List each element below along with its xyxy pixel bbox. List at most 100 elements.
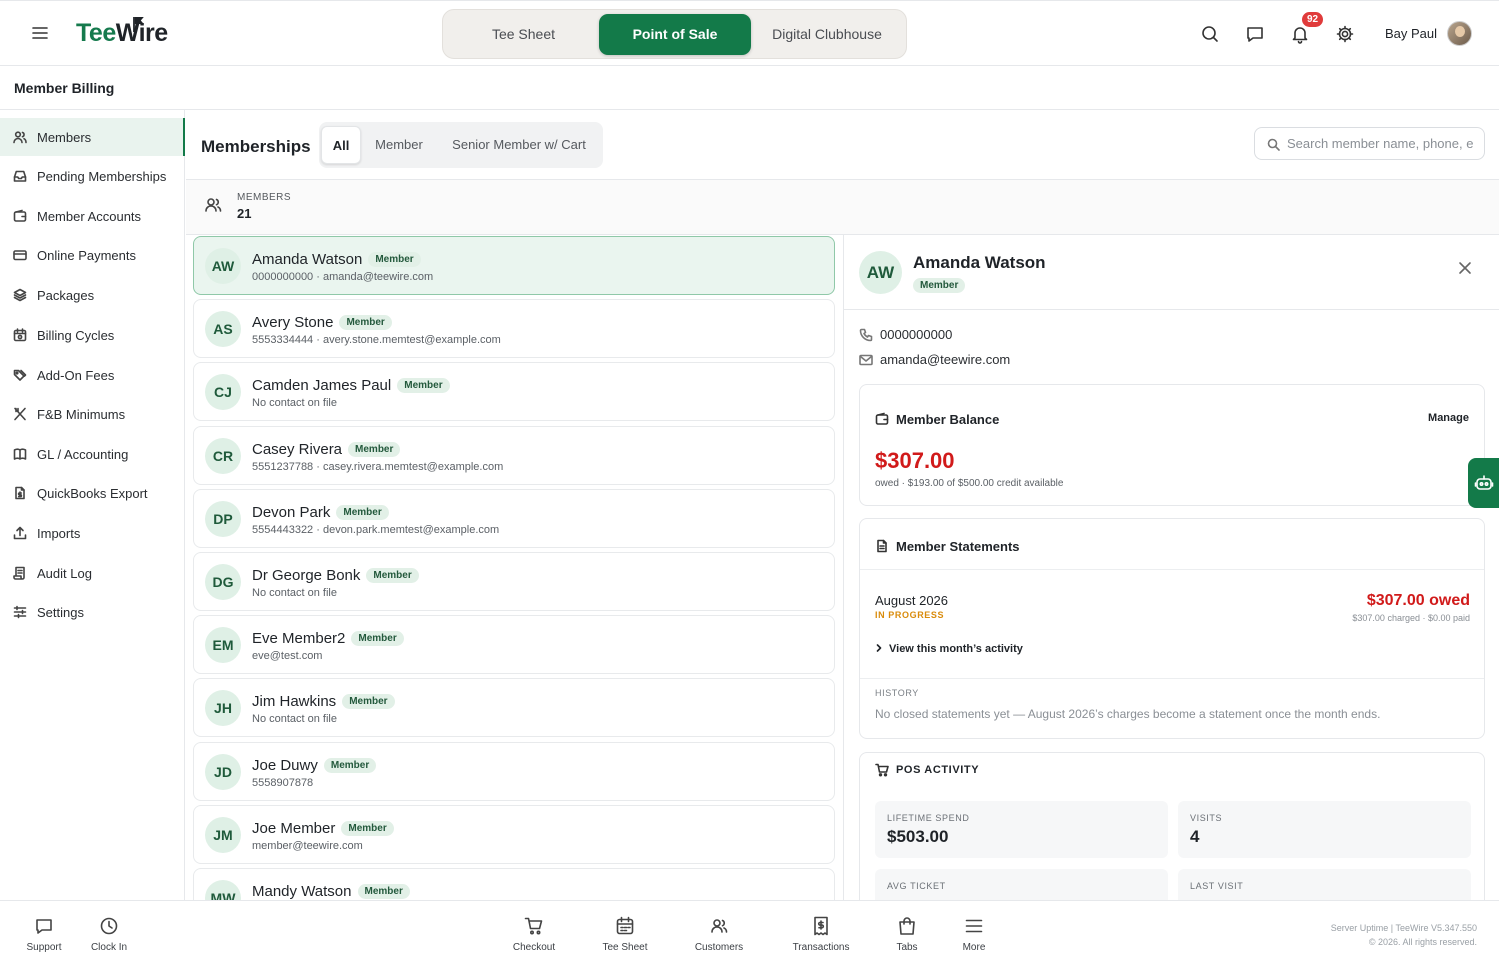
member-card-casey-rivera[interactable]: CR Casey Rivera Member 5551237788 · casey… bbox=[193, 426, 835, 485]
pos-activity-title: POS ACTIVITY bbox=[896, 764, 980, 776]
switch-digital-clubhouse[interactable]: Digital Clubhouse bbox=[751, 14, 903, 55]
members-count-label: MEMBERS bbox=[237, 192, 292, 203]
membership-badge: Member bbox=[368, 252, 421, 267]
member-avatar: EM bbox=[205, 627, 241, 663]
user-avatar[interactable] bbox=[1447, 21, 1472, 46]
tags-icon bbox=[13, 369, 27, 381]
users-icon bbox=[711, 919, 728, 933]
sidebar-item-fb-minimums[interactable]: F&B Minimums bbox=[0, 395, 185, 433]
member-card-mandy-watson[interactable]: MW Mandy Watson Member bbox=[193, 868, 835, 900]
member-card-jim-hawkins[interactable]: JH Jim Hawkins Member No contact on file bbox=[193, 678, 835, 737]
nav-label: Customers bbox=[694, 942, 744, 953]
nav-tee-sheet[interactable]: Tee Sheet bbox=[590, 916, 660, 956]
nav-support[interactable]: Support bbox=[9, 916, 79, 956]
stat-label: AVG TICKET bbox=[887, 881, 946, 891]
nav-more[interactable]: More bbox=[939, 916, 1009, 956]
detail-membership-badge: Member bbox=[913, 278, 966, 293]
member-avatar: CR bbox=[205, 438, 241, 474]
member-search bbox=[1254, 127, 1485, 160]
member-avatar: JH bbox=[205, 690, 241, 726]
balance-title: Member Balance bbox=[896, 412, 1000, 427]
member-name: Dr George Bonk bbox=[252, 567, 361, 584]
sidebar-item-members[interactable]: Members bbox=[0, 118, 185, 156]
manage-balance-button[interactable]: Manage bbox=[1428, 412, 1469, 424]
bag-icon bbox=[899, 917, 915, 935]
filter-member[interactable]: Member bbox=[364, 126, 434, 164]
member-card-eve-member2[interactable]: EM Eve Member2 Member eve@test.com bbox=[193, 615, 835, 674]
gear-icon[interactable] bbox=[1335, 24, 1355, 44]
search-icon[interactable] bbox=[1200, 24, 1220, 44]
sidebar-item-member-accounts[interactable]: Member Accounts bbox=[0, 197, 185, 235]
switch-point-of-sale[interactable]: Point of Sale bbox=[599, 14, 751, 55]
assistant-bot-tab[interactable] bbox=[1468, 458, 1499, 508]
user-name[interactable]: Bay Paul bbox=[1385, 26, 1437, 41]
filter-all[interactable]: All bbox=[321, 126, 361, 164]
member-contact: eve@test.com bbox=[252, 650, 323, 662]
member-avatar: JD bbox=[205, 754, 241, 790]
statements-title: Member Statements bbox=[896, 539, 1020, 554]
member-search-input[interactable] bbox=[1287, 128, 1482, 159]
nav-label: Tee Sheet bbox=[602, 942, 648, 953]
sidebar-item-label: QuickBooks Export bbox=[37, 486, 148, 501]
filter-senior-member-cart[interactable]: Senior Member w/ Cart bbox=[439, 126, 599, 164]
close-icon[interactable] bbox=[1458, 261, 1472, 275]
sidebar-item-gl-accounting[interactable]: GL / Accounting bbox=[0, 435, 185, 473]
stat-value: 4 bbox=[1190, 827, 1200, 846]
nav-clock-in[interactable]: Clock In bbox=[74, 916, 144, 956]
sidebar-item-imports[interactable]: Imports bbox=[0, 514, 185, 552]
membership-badge: Member bbox=[341, 821, 394, 836]
sidebar-item-pending-memberships[interactable]: Pending Memberships bbox=[0, 157, 185, 195]
member-avatar: CJ bbox=[205, 374, 241, 410]
sidebar-item-quickbooks-export[interactable]: QuickBooks Export bbox=[0, 474, 185, 512]
member-card-devon-park[interactable]: DP Devon Park Member 5554443322 · devon.p… bbox=[193, 489, 835, 548]
sidebar-item-label: Imports bbox=[37, 526, 81, 541]
sidebar-item-packages[interactable]: Packages bbox=[0, 276, 185, 314]
membership-badge: Member bbox=[351, 631, 404, 646]
version-info: Server Uptime | TeeWire V5.347.550 © 202… bbox=[1331, 921, 1477, 949]
sidebar-item-label: Packages bbox=[37, 288, 95, 303]
member-name-row: Joe Member Member bbox=[252, 820, 394, 837]
messages-icon[interactable] bbox=[1245, 24, 1265, 44]
member-avatar: DG bbox=[205, 564, 241, 600]
member-card-joe-duwy[interactable]: JD Joe Duwy Member 5558907878 bbox=[193, 742, 835, 801]
member-card-dr-george-bonk[interactable]: DG Dr George Bonk Member No contact on fi… bbox=[193, 552, 835, 611]
stat-avg-ticket: AVG TICKET bbox=[875, 869, 1168, 900]
nav-tabs[interactable]: Tabs bbox=[872, 916, 942, 956]
membership-badge: Member bbox=[397, 378, 450, 393]
nav-label: Checkout bbox=[512, 942, 556, 953]
member-card-avery-stone[interactable]: AS Avery Stone Member 5553334444 · avery.… bbox=[193, 299, 835, 358]
nav-label: Clock In bbox=[90, 942, 128, 953]
member-name: Avery Stone bbox=[252, 314, 334, 331]
switch-tee-sheet[interactable]: Tee Sheet bbox=[447, 14, 600, 55]
page-header: Member Billing bbox=[0, 66, 1499, 110]
member-card-joe-member[interactable]: JM Joe Member Member member@teewire.com bbox=[193, 805, 835, 864]
member-name-row: Joe Duwy Member bbox=[252, 757, 377, 774]
nav-customers[interactable]: Customers bbox=[684, 916, 754, 956]
sidebar-item-label: Settings bbox=[37, 605, 84, 620]
member-list: AW Amanda Watson Member 0000000000 · aman… bbox=[186, 235, 843, 900]
view-month-activity-link[interactable]: View this month’s activity bbox=[875, 643, 1023, 655]
view-activity-label: View this month’s activity bbox=[889, 643, 1023, 655]
member-detail-panel: AW Amanda Watson Member 0000000000 amand… bbox=[843, 235, 1499, 900]
sidebar-item-add-on-fees[interactable]: Add-On Fees bbox=[0, 356, 185, 394]
member-name-row: Avery Stone Member bbox=[252, 314, 392, 331]
version-line: Server Uptime | TeeWire V5.347.550 bbox=[1330, 923, 1477, 933]
bell-icon[interactable] bbox=[1290, 24, 1310, 44]
member-avatar: DP bbox=[205, 501, 241, 537]
calendar-icon bbox=[616, 916, 634, 935]
nav-transactions[interactable]: Transactions bbox=[786, 916, 856, 956]
sidebar-item-billing-cycles[interactable]: Billing Cycles bbox=[0, 316, 185, 354]
users-icon bbox=[13, 131, 27, 144]
teewire-logo[interactable]: TeeWire bbox=[76, 19, 168, 48]
top-bar: TeeWire Tee Sheet Point of Sale Digital … bbox=[0, 0, 1499, 66]
sidebar-item-settings[interactable]: Settings bbox=[0, 593, 185, 631]
sidebar: Members Pending Memberships Member Accou… bbox=[0, 110, 185, 900]
sidebar-item-online-payments[interactable]: Online Payments bbox=[0, 236, 185, 274]
member-card-amanda-watson[interactable]: AW Amanda Watson Member 0000000000 · aman… bbox=[193, 236, 835, 295]
member-card-camden-james-paul[interactable]: CJ Camden James Paul Member No contact on… bbox=[193, 362, 835, 421]
nav-label: Support bbox=[26, 942, 62, 953]
nav-checkout[interactable]: Checkout bbox=[499, 916, 569, 956]
sidebar-item-audit-log[interactable]: Audit Log bbox=[0, 554, 185, 592]
member-avatar: AS bbox=[205, 311, 241, 347]
hamburger-menu-icon[interactable] bbox=[30, 23, 50, 43]
